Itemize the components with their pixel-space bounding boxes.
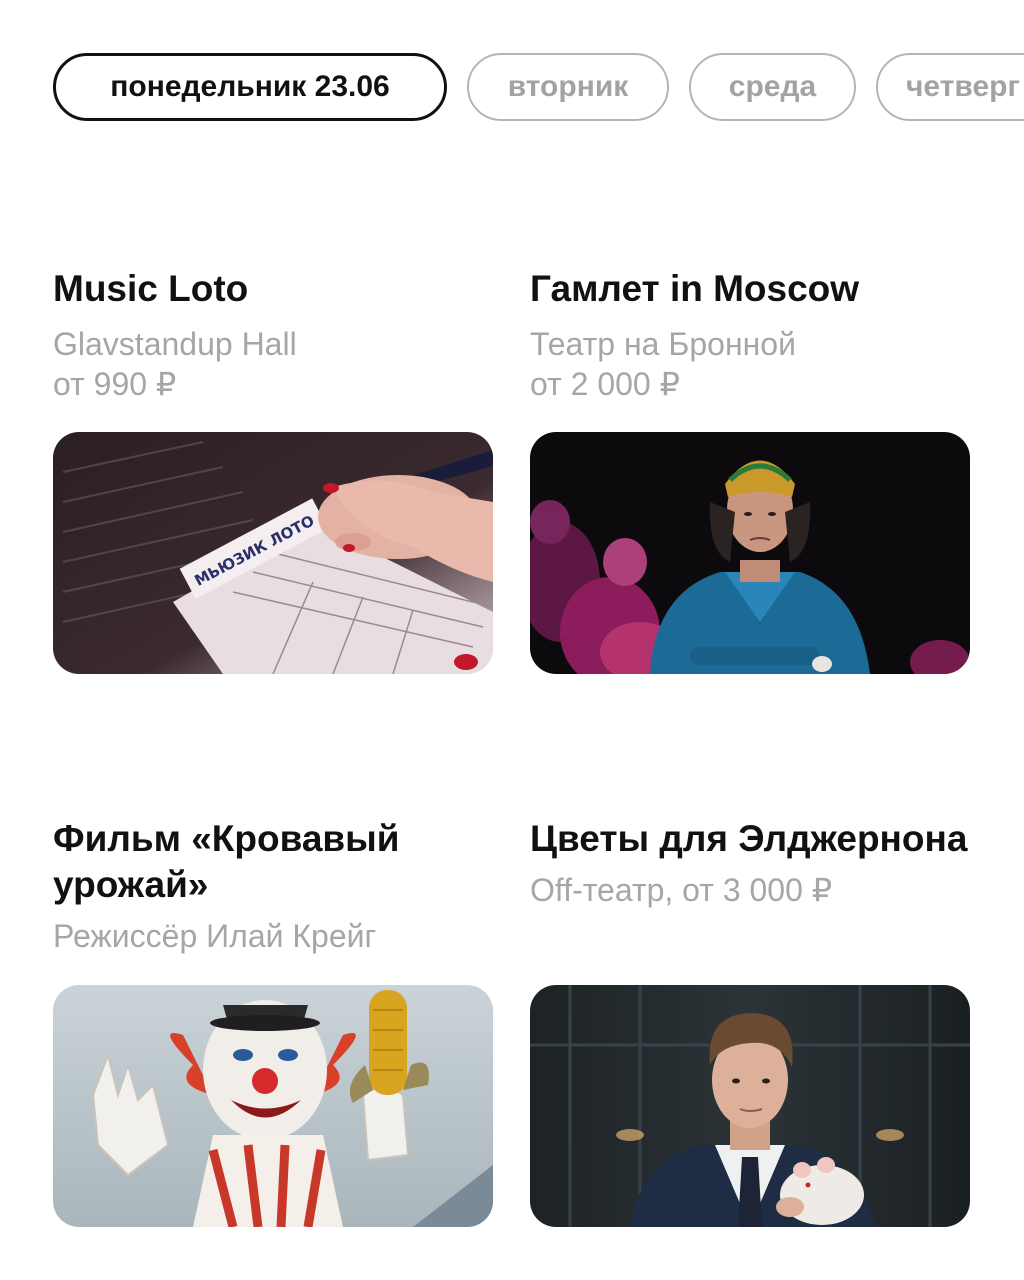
event-price: от 2 000 ₽: [530, 366, 680, 402]
tab-monday[interactable]: понедельник 23.06: [53, 53, 447, 121]
event-image-hamlet[interactable]: [530, 432, 970, 674]
tab-thursday[interactable]: четверг: [876, 53, 1024, 121]
event-subtitle: Режиссёр Илай Крейг: [53, 918, 377, 954]
event-card-algernon[interactable]: Цветы для Элджернона Off-театр, от 3 000…: [530, 816, 970, 910]
tab-wednesday[interactable]: среда: [689, 53, 856, 121]
event-price: от 990 ₽: [53, 366, 177, 402]
event-title: Фильм «Кровавый урожай»: [53, 818, 400, 905]
event-image-film[interactable]: [53, 985, 493, 1227]
event-title: Music Loto: [53, 268, 249, 309]
event-image-music-loto[interactable]: МЬЮЗИК ЛОТО: [53, 432, 493, 674]
event-card-film[interactable]: Фильм «Кровавый урожай» Режиссёр Илай Кр…: [53, 816, 493, 956]
event-card-hamlet[interactable]: Гамлет in Moscow Театр на Бронной от 2 0…: [530, 266, 970, 404]
day-tabs: понедельник 23.06 вторник среда четверг: [0, 0, 1024, 160]
event-image-algernon[interactable]: [530, 985, 970, 1227]
event-subtitle: Off-театр, от 3 000 ₽: [530, 872, 833, 908]
event-title: Цветы для Элджернона: [530, 818, 968, 859]
event-card-music-loto[interactable]: Music Loto Glavstandup Hall от 990 ₽: [53, 266, 493, 404]
tab-tuesday[interactable]: вторник: [467, 53, 669, 121]
event-venue: Театр на Бронной: [530, 326, 796, 362]
event-title: Гамлет in Moscow: [530, 268, 860, 309]
event-venue: Glavstandup Hall: [53, 326, 297, 362]
